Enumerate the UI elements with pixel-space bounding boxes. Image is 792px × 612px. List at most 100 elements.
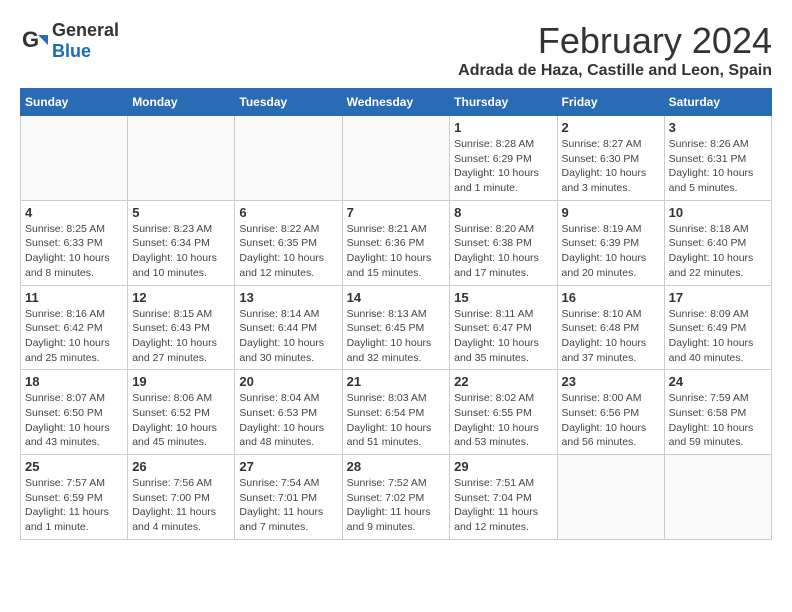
calendar-week-row: 11 Sunrise: 8:16 AM Sunset: 6:42 PM Dayli… bbox=[21, 285, 772, 370]
header: G General Blue February 2024 Adrada de H… bbox=[20, 20, 772, 80]
day-number: 25 bbox=[25, 459, 123, 474]
logo-text: General Blue bbox=[52, 20, 119, 62]
calendar-cell: 28 Sunrise: 7:52 AM Sunset: 7:02 PM Dayli… bbox=[342, 455, 450, 540]
logo-icon: G bbox=[20, 27, 48, 55]
day-number: 28 bbox=[347, 459, 446, 474]
day-number: 21 bbox=[347, 374, 446, 389]
day-info: Sunrise: 8:20 AM Sunset: 6:38 PM Dayligh… bbox=[454, 222, 552, 281]
day-info: Sunrise: 8:00 AM Sunset: 6:56 PM Dayligh… bbox=[562, 391, 660, 450]
day-info: Sunrise: 7:54 AM Sunset: 7:01 PM Dayligh… bbox=[239, 476, 337, 535]
weekday-header: Saturday bbox=[664, 89, 771, 116]
day-info: Sunrise: 7:51 AM Sunset: 7:04 PM Dayligh… bbox=[454, 476, 552, 535]
calendar-cell: 20 Sunrise: 8:04 AM Sunset: 6:53 PM Dayli… bbox=[235, 370, 342, 455]
calendar-week-row: 4Sunrise: 8:25 AM Sunset: 6:33 PM Daylig… bbox=[21, 200, 772, 285]
calendar-cell bbox=[235, 116, 342, 201]
logo: G General Blue bbox=[20, 20, 119, 62]
day-info: Sunrise: 8:23 AM Sunset: 6:34 PM Dayligh… bbox=[132, 222, 230, 281]
logo-blue: Blue bbox=[52, 41, 91, 61]
calendar-cell: 17 Sunrise: 8:09 AM Sunset: 6:49 PM Dayli… bbox=[664, 285, 771, 370]
day-info: Sunrise: 8:27 AM Sunset: 6:30 PM Dayligh… bbox=[562, 137, 660, 196]
calendar-table: SundayMondayTuesdayWednesdayThursdayFrid… bbox=[20, 88, 772, 540]
calendar-cell: 29Sunrise: 7:51 AM Sunset: 7:04 PM Dayli… bbox=[450, 455, 557, 540]
day-number: 11 bbox=[25, 290, 123, 305]
day-number: 7 bbox=[347, 205, 446, 220]
calendar-cell: 11 Sunrise: 8:16 AM Sunset: 6:42 PM Dayli… bbox=[21, 285, 128, 370]
day-number: 14 bbox=[347, 290, 446, 305]
weekday-header: Friday bbox=[557, 89, 664, 116]
day-info: Sunrise: 7:56 AM Sunset: 7:00 PM Dayligh… bbox=[132, 476, 230, 535]
day-number: 19 bbox=[132, 374, 230, 389]
day-info: Sunrise: 7:52 AM Sunset: 7:02 PM Dayligh… bbox=[347, 476, 446, 535]
calendar-cell: 2 Sunrise: 8:27 AM Sunset: 6:30 PM Daylig… bbox=[557, 116, 664, 201]
day-info: Sunrise: 8:21 AM Sunset: 6:36 PM Dayligh… bbox=[347, 222, 446, 281]
weekday-header: Tuesday bbox=[235, 89, 342, 116]
day-number: 5 bbox=[132, 205, 230, 220]
day-number: 2 bbox=[562, 120, 660, 135]
calendar-cell: 7 Sunrise: 8:21 AM Sunset: 6:36 PM Daylig… bbox=[342, 200, 450, 285]
day-info: Sunrise: 8:19 AM Sunset: 6:39 PM Dayligh… bbox=[562, 222, 660, 281]
calendar-cell: 26 Sunrise: 7:56 AM Sunset: 7:00 PM Dayli… bbox=[128, 455, 235, 540]
day-info: Sunrise: 8:07 AM Sunset: 6:50 PM Dayligh… bbox=[25, 391, 123, 450]
day-info: Sunrise: 8:03 AM Sunset: 6:54 PM Dayligh… bbox=[347, 391, 446, 450]
calendar-cell: 3 Sunrise: 8:26 AM Sunset: 6:31 PM Daylig… bbox=[664, 116, 771, 201]
calendar-cell: 13 Sunrise: 8:14 AM Sunset: 6:44 PM Dayli… bbox=[235, 285, 342, 370]
svg-text:G: G bbox=[22, 27, 39, 52]
weekday-header: Thursday bbox=[450, 89, 557, 116]
day-number: 22 bbox=[454, 374, 552, 389]
day-number: 17 bbox=[669, 290, 767, 305]
calendar-cell: 25 Sunrise: 7:57 AM Sunset: 6:59 PM Dayli… bbox=[21, 455, 128, 540]
calendar-cell bbox=[21, 116, 128, 201]
day-info: Sunrise: 8:09 AM Sunset: 6:49 PM Dayligh… bbox=[669, 307, 767, 366]
day-number: 26 bbox=[132, 459, 230, 474]
calendar-cell: 6 Sunrise: 8:22 AM Sunset: 6:35 PM Daylig… bbox=[235, 200, 342, 285]
calendar-cell bbox=[128, 116, 235, 201]
day-info: Sunrise: 8:28 AM Sunset: 6:29 PM Dayligh… bbox=[454, 137, 552, 196]
calendar-cell: 12Sunrise: 8:15 AM Sunset: 6:43 PM Dayli… bbox=[128, 285, 235, 370]
calendar-week-row: 25 Sunrise: 7:57 AM Sunset: 6:59 PM Dayli… bbox=[21, 455, 772, 540]
calendar-cell: 14 Sunrise: 8:13 AM Sunset: 6:45 PM Dayli… bbox=[342, 285, 450, 370]
day-number: 13 bbox=[239, 290, 337, 305]
calendar-cell bbox=[557, 455, 664, 540]
calendar-cell: 9Sunrise: 8:19 AM Sunset: 6:39 PM Daylig… bbox=[557, 200, 664, 285]
day-number: 18 bbox=[25, 374, 123, 389]
calendar-cell: 21 Sunrise: 8:03 AM Sunset: 6:54 PM Dayli… bbox=[342, 370, 450, 455]
day-number: 6 bbox=[239, 205, 337, 220]
day-info: Sunrise: 8:06 AM Sunset: 6:52 PM Dayligh… bbox=[132, 391, 230, 450]
day-info: Sunrise: 8:25 AM Sunset: 6:33 PM Dayligh… bbox=[25, 222, 123, 281]
day-info: Sunrise: 8:13 AM Sunset: 6:45 PM Dayligh… bbox=[347, 307, 446, 366]
day-info: Sunrise: 8:16 AM Sunset: 6:42 PM Dayligh… bbox=[25, 307, 123, 366]
day-info: Sunrise: 8:11 AM Sunset: 6:47 PM Dayligh… bbox=[454, 307, 552, 366]
calendar-cell bbox=[664, 455, 771, 540]
day-number: 10 bbox=[669, 205, 767, 220]
day-number: 16 bbox=[562, 290, 660, 305]
day-number: 24 bbox=[669, 374, 767, 389]
day-number: 15 bbox=[454, 290, 552, 305]
calendar-cell: 19 Sunrise: 8:06 AM Sunset: 6:52 PM Dayli… bbox=[128, 370, 235, 455]
day-info: Sunrise: 8:26 AM Sunset: 6:31 PM Dayligh… bbox=[669, 137, 767, 196]
day-info: Sunrise: 8:14 AM Sunset: 6:44 PM Dayligh… bbox=[239, 307, 337, 366]
calendar-cell: 16 Sunrise: 8:10 AM Sunset: 6:48 PM Dayli… bbox=[557, 285, 664, 370]
calendar-title: February 2024 bbox=[458, 20, 772, 62]
calendar-cell: 5 Sunrise: 8:23 AM Sunset: 6:34 PM Daylig… bbox=[128, 200, 235, 285]
calendar-cell bbox=[342, 116, 450, 201]
day-info: Sunrise: 8:10 AM Sunset: 6:48 PM Dayligh… bbox=[562, 307, 660, 366]
day-info: Sunrise: 7:59 AM Sunset: 6:58 PM Dayligh… bbox=[669, 391, 767, 450]
day-info: Sunrise: 8:04 AM Sunset: 6:53 PM Dayligh… bbox=[239, 391, 337, 450]
calendar-cell: 24 Sunrise: 7:59 AM Sunset: 6:58 PM Dayli… bbox=[664, 370, 771, 455]
day-info: Sunrise: 7:57 AM Sunset: 6:59 PM Dayligh… bbox=[25, 476, 123, 535]
title-section: February 2024 Adrada de Haza, Castille a… bbox=[458, 20, 772, 80]
calendar-subtitle: Adrada de Haza, Castille and Leon, Spain bbox=[458, 62, 772, 80]
day-number: 20 bbox=[239, 374, 337, 389]
day-number: 27 bbox=[239, 459, 337, 474]
day-info: Sunrise: 8:15 AM Sunset: 6:43 PM Dayligh… bbox=[132, 307, 230, 366]
day-number: 23 bbox=[562, 374, 660, 389]
day-number: 3 bbox=[669, 120, 767, 135]
calendar-cell: 10 Sunrise: 8:18 AM Sunset: 6:40 PM Dayli… bbox=[664, 200, 771, 285]
calendar-cell: 8Sunrise: 8:20 AM Sunset: 6:38 PM Daylig… bbox=[450, 200, 557, 285]
day-info: Sunrise: 8:18 AM Sunset: 6:40 PM Dayligh… bbox=[669, 222, 767, 281]
calendar-cell: 1Sunrise: 8:28 AM Sunset: 6:29 PM Daylig… bbox=[450, 116, 557, 201]
day-info: Sunrise: 8:22 AM Sunset: 6:35 PM Dayligh… bbox=[239, 222, 337, 281]
calendar-cell: 4Sunrise: 8:25 AM Sunset: 6:33 PM Daylig… bbox=[21, 200, 128, 285]
day-info: Sunrise: 8:02 AM Sunset: 6:55 PM Dayligh… bbox=[454, 391, 552, 450]
calendar-week-row: 1Sunrise: 8:28 AM Sunset: 6:29 PM Daylig… bbox=[21, 116, 772, 201]
